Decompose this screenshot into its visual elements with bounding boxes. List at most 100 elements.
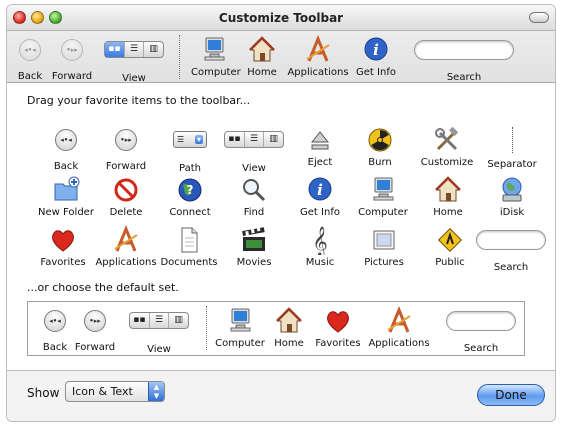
palette-item-applications[interactable]: Applications [95, 225, 157, 268]
forward-icon: •▸▸ [111, 129, 141, 159]
delete-icon [111, 175, 141, 205]
default-search-label: Search [463, 343, 499, 354]
current-toolbar: ◂•◂ Back •▸▸ Forward ▪▪ ☰ ▥ View Computer … [7, 31, 555, 84]
toolbar-back[interactable]: ◂•◂ Back [13, 35, 47, 82]
toolbar-view-label: View [122, 73, 146, 84]
default-home: Home [272, 306, 306, 349]
default-separator [206, 306, 207, 350]
palette-item-burn[interactable]: Burn [357, 125, 403, 168]
toolbar-computer-label: Computer [191, 67, 241, 78]
palette-item-delete[interactable]: Delete [103, 175, 149, 218]
computer-icon [225, 306, 255, 336]
palette-item-get-info[interactable]: i Get Info [297, 175, 343, 218]
search-field-icon [442, 311, 520, 341]
public-icon [435, 225, 465, 255]
svg-text:i: i [317, 181, 323, 199]
palette-label: Public [435, 257, 465, 268]
palette-item-music[interactable]: 𝄞 Music [297, 225, 343, 268]
palette-label: Forward [105, 161, 147, 172]
heart-icon [323, 306, 353, 336]
view-icon: ▪▪ ☰ ▥ [101, 41, 167, 71]
palette-item-back[interactable]: ◂•◂ Back [43, 125, 89, 172]
toolbar-applications-label: Applications [287, 67, 349, 78]
toolbar-view[interactable]: ▪▪ ☰ ▥ View [101, 35, 167, 84]
default-computer: Computer [214, 306, 266, 349]
toolbar-forward-label: Forward [51, 71, 93, 82]
palette-item-public[interactable]: Public [427, 225, 473, 268]
palette-item-view[interactable]: ▪▪ ☰ ▥ View [221, 125, 287, 174]
music-icon: 𝄞 [305, 225, 335, 255]
palette-item-connect[interactable]: ? Connect [167, 175, 213, 218]
default-view: ▪▪ ☰ ▥ View [126, 306, 192, 355]
magnifier-icon [239, 175, 269, 205]
pictures-icon [369, 225, 399, 255]
palette-item-computer[interactable]: Computer [357, 175, 409, 218]
home-icon [247, 35, 277, 65]
show-popup[interactable]: Icon & Text ▲ ▼ [65, 381, 165, 402]
separator-icon [497, 127, 527, 157]
toolbar-get-info[interactable]: i Get Info [355, 35, 397, 78]
palette-item-customize[interactable]: Customize [419, 125, 475, 168]
search-field-icon [473, 230, 549, 260]
palette-item-idisk[interactable]: iDisk [489, 175, 535, 218]
toolbar-separator [179, 35, 180, 79]
applications-icon [384, 306, 414, 336]
palette-item-documents[interactable]: Documents [159, 225, 219, 268]
computer-icon [199, 35, 229, 65]
palette-item-home[interactable]: Home [425, 175, 471, 218]
view-icon: ▪▪ ☰ ▥ [126, 312, 192, 342]
toolbar-computer[interactable]: Computer [191, 35, 241, 78]
toolbar-forward[interactable]: •▸▸ Forward [51, 35, 93, 82]
palette-item-favorites[interactable]: Favorites [37, 225, 89, 268]
default-set-heading: ...or choose the default set. [27, 281, 179, 294]
palette-item-separator[interactable]: Separator [485, 125, 539, 170]
palette-item-movies[interactable]: Movies [231, 225, 277, 268]
palette-label: Customize [420, 157, 474, 168]
back-icon: ◂•◂ [51, 129, 81, 159]
eject-icon [305, 125, 335, 155]
computer-icon [368, 175, 398, 205]
idisk-icon [497, 175, 527, 205]
home-icon [433, 175, 463, 205]
svg-text:?: ? [187, 183, 194, 197]
popup-arrows-icon: ▲ ▼ [148, 382, 164, 401]
bottom-bar: Show Icon & Text ▲ ▼ Done [7, 370, 555, 421]
palette-item-search[interactable]: Search [473, 225, 549, 273]
palette-label: Eject [307, 157, 333, 168]
palette-item-new-folder[interactable]: New Folder [33, 175, 99, 218]
default-applications: Applications [368, 306, 430, 349]
documents-icon [174, 225, 204, 255]
show-label: Show [27, 386, 60, 400]
path-popup-icon: ☰ ▾ [167, 131, 213, 161]
palette-item-pictures[interactable]: Pictures [361, 225, 407, 268]
customize-icon [432, 125, 462, 155]
palette-label: Search [493, 262, 529, 273]
palette-label: View [242, 163, 266, 174]
forward-icon: •▸▸ [57, 39, 87, 69]
search-input[interactable] [414, 40, 514, 60]
palette-label: Back [53, 161, 79, 172]
toolbar-toggle-button[interactable] [529, 12, 549, 23]
search-field-icon [409, 40, 519, 70]
palette-label: Burn [368, 157, 392, 168]
svg-text:𝄞: 𝄞 [312, 226, 327, 255]
toolbar-search-label: Search [446, 72, 482, 83]
palette-label: Pictures [364, 257, 404, 268]
view-icon: ▪▪ ☰ ▥ [221, 131, 287, 161]
toolbar-search[interactable]: Search [409, 35, 519, 83]
palette-label: Connect [169, 207, 211, 218]
default-set-toolbar[interactable]: ◂•◂ Back •▸▸ Forward ▪▪ ☰ ▥ View Computer … [27, 301, 525, 356]
palette-item-find[interactable]: Find [231, 175, 277, 218]
palette-label: Computer [358, 207, 408, 218]
done-button[interactable]: Done [477, 384, 545, 406]
palette-label: Music [305, 257, 335, 268]
palette-item-forward[interactable]: •▸▸ Forward [103, 125, 149, 172]
burn-icon [365, 125, 395, 155]
default-forward-label: Forward [74, 342, 116, 353]
palette-item-path[interactable]: ☰ ▾ Path [167, 125, 213, 174]
toolbar-applications[interactable]: Applications [287, 35, 349, 78]
toolbar-home[interactable]: Home [245, 35, 279, 78]
heart-icon [48, 225, 78, 255]
palette-item-eject[interactable]: Eject [297, 125, 343, 168]
palette-label: New Folder [38, 207, 94, 218]
